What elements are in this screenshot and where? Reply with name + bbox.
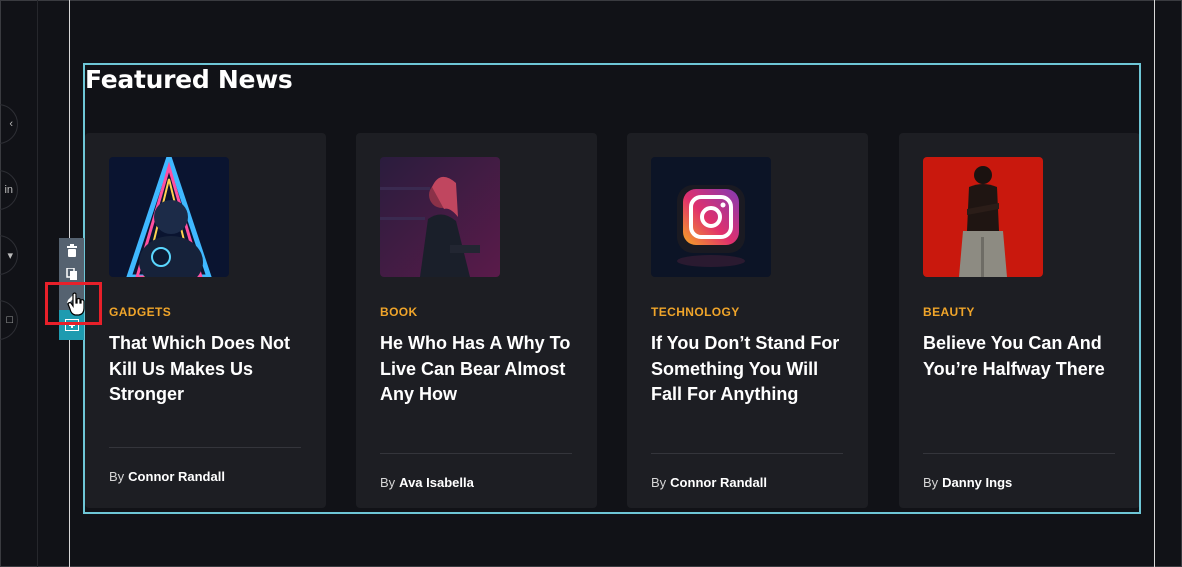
news-card[interactable]: BEAUTY Believe You Can And You’re Halfwa… (899, 133, 1139, 508)
card-thumbnail[interactable] (380, 157, 500, 277)
byline-prefix: By (651, 475, 667, 490)
instagram-icon[interactable]: □ (0, 300, 18, 340)
card-byline: By Ava Isabella (380, 475, 474, 490)
card-category[interactable]: BEAUTY (923, 305, 975, 319)
trash-icon[interactable] (59, 238, 84, 262)
hand-cursor-icon (67, 292, 87, 321)
card-byline: By Connor Randall (651, 475, 767, 490)
news-card[interactable]: TECHNOLOGY If You Don’t Stand For Someth… (627, 133, 868, 508)
card-divider (923, 453, 1115, 454)
byline-prefix: By (380, 475, 396, 490)
news-card[interactable]: BOOK He Who Has A Why To Live Can Bear A… (356, 133, 597, 508)
card-author[interactable]: Ava Isabella (399, 475, 474, 490)
card-author[interactable]: Danny Ings (942, 475, 1012, 490)
card-divider (651, 453, 843, 454)
card-category[interactable]: BOOK (380, 305, 418, 319)
column-guide-right (1154, 0, 1155, 567)
card-title[interactable]: He Who Has A Why To Live Can Bear Almost… (380, 331, 580, 408)
card-title[interactable]: If You Don’t Stand For Something You Wil… (651, 331, 851, 408)
card-author[interactable]: Connor Randall (128, 469, 225, 484)
card-divider (109, 447, 301, 448)
card-byline: By Danny Ings (923, 475, 1012, 490)
card-thumbnail[interactable] (651, 157, 771, 277)
card-thumbnail[interactable] (109, 157, 229, 277)
card-category[interactable]: TECHNOLOGY (651, 305, 740, 319)
share-icon[interactable]: ‹ (0, 104, 18, 144)
byline-prefix: By (109, 469, 125, 484)
card-title[interactable]: That Which Does Not Kill Us Makes Us Str… (109, 331, 309, 408)
card-author[interactable]: Connor Randall (670, 475, 767, 490)
card-thumbnail[interactable] (923, 157, 1043, 277)
twitter-icon[interactable]: ▾ (0, 235, 18, 275)
left-rail: ‹ in ▾ □ (0, 0, 38, 567)
featured-news-section[interactable]: Featured News GADGETS That Which Does No… (83, 63, 1141, 514)
card-title[interactable]: Believe You Can And You’re Halfway There (923, 331, 1123, 382)
card-divider (380, 453, 572, 454)
card-byline: By Connor Randall (109, 469, 225, 484)
card-category[interactable]: GADGETS (109, 305, 171, 319)
byline-prefix: By (923, 475, 939, 490)
news-card[interactable]: GADGETS That Which Does Not Kill Us Make… (85, 133, 326, 508)
linkedin-icon[interactable]: in (0, 170, 18, 210)
section-title: Featured News (85, 65, 293, 94)
